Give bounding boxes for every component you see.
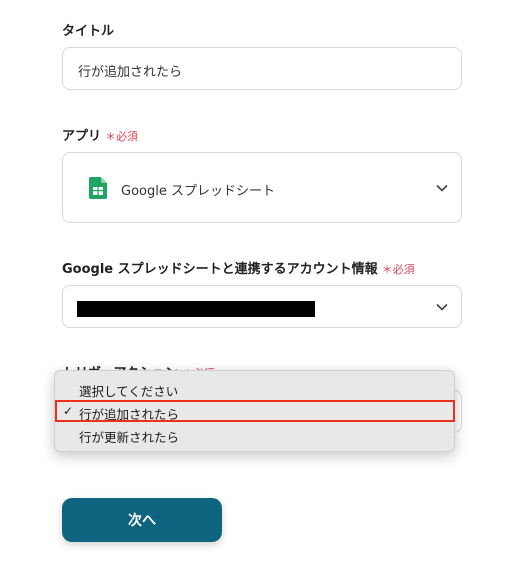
required-marker: ＊必須 bbox=[105, 130, 139, 143]
account-label-text: Google スプレッドシートと連携するアカウント情報 bbox=[62, 262, 378, 277]
next-button[interactable]: 次へ bbox=[62, 498, 222, 542]
chevron-down-icon bbox=[436, 303, 448, 311]
redacted-account-value bbox=[77, 301, 315, 317]
check-icon: ✓ bbox=[63, 404, 74, 418]
dropdown-option[interactable]: 行が更新されたら bbox=[79, 427, 179, 446]
app-select-value: Google スプレッドシート bbox=[121, 184, 275, 199]
account-label: Google スプレッドシートと連携するアカウント情報 ＊必須 bbox=[62, 258, 415, 277]
title-input-value: 行が追加されたら bbox=[78, 65, 183, 80]
chevron-down-icon bbox=[436, 184, 448, 192]
account-select[interactable] bbox=[62, 285, 462, 328]
dropdown-option-selected[interactable]: 行が追加されたら bbox=[79, 404, 179, 423]
title-input[interactable]: 行が追加されたら bbox=[62, 47, 462, 90]
app-label: アプリ ＊必須 bbox=[62, 125, 138, 144]
dropdown-option[interactable]: 選択してください bbox=[79, 381, 178, 400]
required-marker: ＊必須 bbox=[381, 263, 415, 276]
title-label: タイトル bbox=[62, 24, 115, 39]
app-select[interactable]: Google スプレッドシート bbox=[62, 152, 462, 223]
google-sheets-icon bbox=[89, 177, 107, 199]
app-label-text: アプリ bbox=[62, 129, 102, 144]
trigger-dropdown-menu: 選択してください ✓ 行が追加されたら 行が更新されたら bbox=[54, 370, 455, 452]
